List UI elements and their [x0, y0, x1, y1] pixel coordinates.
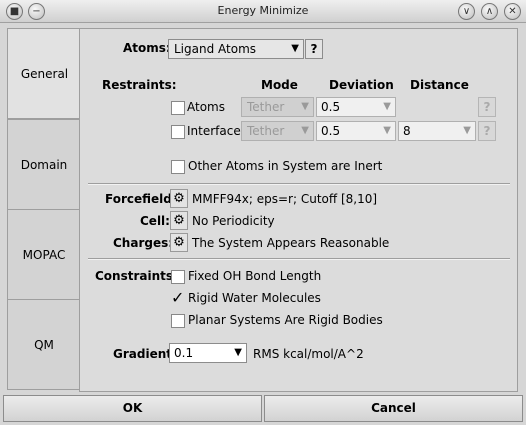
charges-label: Charges: [113, 236, 174, 250]
chevron-down-icon: ▼ [234, 347, 242, 358]
planar-rigid-checkbox[interactable] [171, 314, 185, 328]
energy-minimize-dialog: ■ − Energy Minimize ∨ ∧ ✕ General Domain… [0, 0, 526, 425]
tab-general[interactable]: General [7, 28, 81, 119]
restraint-interface-mode-select[interactable]: Tether ▼ [241, 121, 314, 141]
side-tabs: General Domain MOPAC QM [7, 28, 81, 390]
restraint-interface-deviation-field[interactable]: 0.5 ▼ [316, 121, 396, 141]
atoms-help-button[interactable]: ? [305, 39, 323, 59]
tab-qm[interactable]: QM [7, 299, 81, 390]
inert-checkbox[interactable] [171, 160, 185, 174]
cancel-button[interactable]: Cancel [264, 395, 523, 422]
tab-mopac-label: MOPAC [22, 247, 66, 262]
atoms-label: Atoms: [123, 41, 171, 55]
chevron-down-icon: ▼ [291, 43, 299, 54]
restraint-interface-mode-value: Tether [247, 124, 285, 138]
forcefield-value: MMFF94x; eps=r; Cutoff [8,10] [192, 192, 378, 206]
chevron-down-icon: ▼ [301, 125, 309, 136]
tab-domain[interactable]: Domain [7, 119, 81, 210]
restraint-atoms-help-button[interactable]: ? [478, 97, 496, 117]
restraint-interface-checkbox[interactable] [171, 125, 185, 139]
charges-value: The System Appears Reasonable [192, 236, 390, 250]
tab-general-label: General [20, 66, 69, 81]
deviation-header: Deviation [329, 78, 394, 92]
charges-gear-icon[interactable]: ⚙ [170, 233, 188, 252]
forcefield-gear-icon[interactable]: ⚙ [170, 189, 188, 208]
restraint-atoms-mode-select[interactable]: Tether ▼ [241, 97, 314, 117]
restraint-atoms-label: Atoms [187, 100, 225, 114]
separator [88, 183, 510, 185]
restraint-interface-label: Interface [187, 124, 241, 138]
window-title: Energy Minimize [217, 4, 309, 17]
rigid-water-label: Rigid Water Molecules [188, 291, 321, 305]
fixed-oh-label: Fixed OH Bond Length [188, 269, 322, 283]
tab-mopac[interactable]: MOPAC [7, 209, 81, 300]
restraint-atoms-deviation-field[interactable]: 0.5 ▼ [316, 97, 396, 117]
chevron-down-icon: ▼ [383, 125, 391, 136]
ok-button[interactable]: OK [3, 395, 262, 422]
restraint-atoms-checkbox[interactable] [171, 101, 185, 115]
atoms-select-value: Ligand Atoms [174, 42, 257, 56]
forcefield-label: Forcefield: [105, 192, 177, 206]
mode-header: Mode [261, 78, 298, 92]
restraint-atoms-deviation-value: 0.5 [321, 100, 341, 114]
atoms-select[interactable]: Ligand Atoms ▼ [168, 39, 304, 59]
close-icon[interactable]: ✕ [504, 3, 521, 20]
maximize-icon[interactable]: ∧ [481, 3, 498, 20]
cell-label: Cell: [140, 214, 170, 228]
distance-header: Distance [410, 78, 469, 92]
tab-domain-label: Domain [20, 157, 68, 172]
title-bar: ■ − Energy Minimize ∨ ∧ ✕ [0, 0, 526, 23]
gradient-combo[interactable]: 0.1 ▼ [169, 343, 247, 363]
tab-qm-label: QM [34, 337, 54, 352]
restraint-interface-help-button[interactable]: ? [478, 121, 496, 141]
restraint-interface-distance-value: 8 [403, 124, 411, 138]
gradient-value: 0.1 [174, 346, 194, 360]
restraint-atoms-mode-value: Tether [247, 100, 285, 114]
restraint-interface-distance-field[interactable]: 8 ▼ [398, 121, 476, 141]
gradient-units: RMS kcal/mol/A^2 [253, 347, 364, 361]
inert-label: Other Atoms in System are Inert [188, 159, 383, 173]
constraints-label: Constraints: [95, 269, 178, 283]
cell-gear-icon[interactable]: ⚙ [170, 211, 188, 230]
minimize-icon[interactable]: ∨ [458, 3, 475, 20]
separator [88, 258, 510, 260]
chevron-down-icon: ▼ [463, 125, 471, 136]
rigid-water-checkbox[interactable]: ✓ [171, 290, 184, 306]
restraint-interface-deviation-value: 0.5 [321, 124, 341, 138]
fixed-oh-checkbox[interactable] [171, 270, 185, 284]
chevron-down-icon: ▼ [301, 101, 309, 112]
planar-rigid-label: Planar Systems Are Rigid Bodies [188, 313, 383, 327]
restraints-label: Restraints: [102, 78, 177, 92]
cell-value: No Periodicity [192, 214, 275, 228]
gradient-label: Gradient: [113, 347, 177, 361]
chevron-down-icon: ▼ [383, 101, 391, 112]
